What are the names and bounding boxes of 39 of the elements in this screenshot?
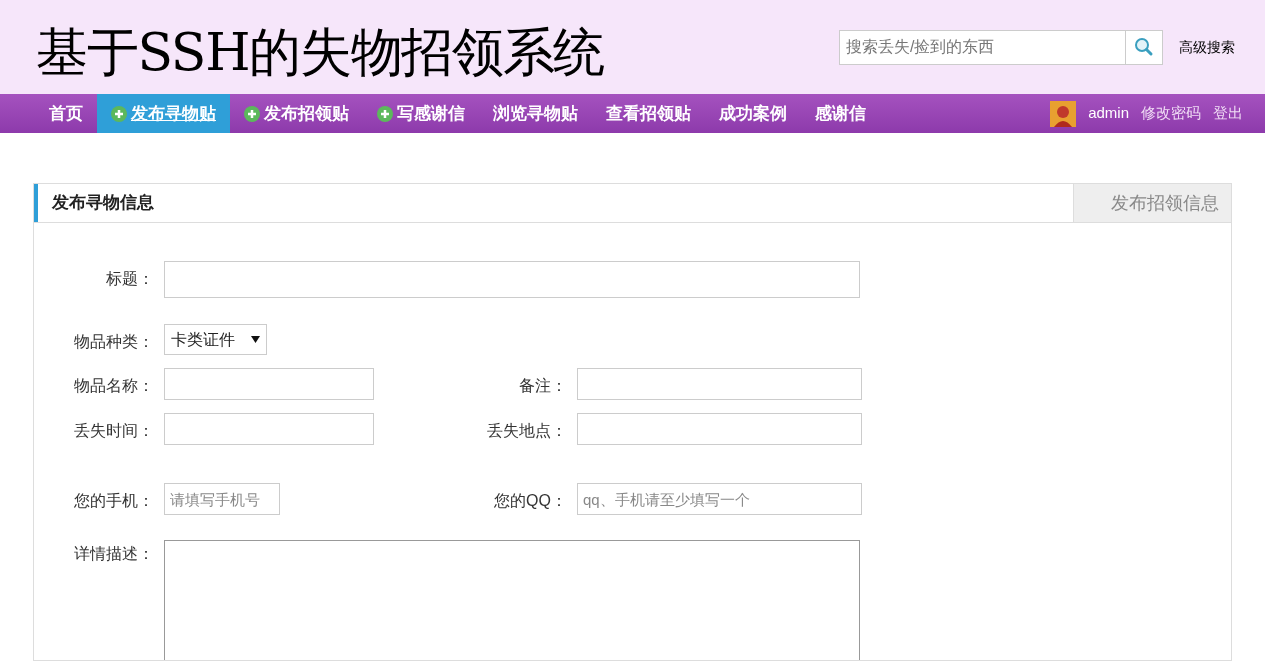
category-dropdown[interactable]: 卡类证件	[164, 324, 267, 355]
field-label: 您的手机：	[73, 491, 154, 511]
plus-icon	[377, 105, 393, 122]
field-label: 备注：	[518, 376, 567, 396]
input-field[interactable]	[577, 368, 862, 400]
nav-tab[interactable]: 查看招领贴	[592, 94, 705, 133]
field-label: 物品名称：	[73, 376, 154, 396]
field-label: 物品种类：	[73, 332, 154, 352]
field-label: 标题：	[105, 269, 154, 289]
nav-link[interactable]: 登出	[1213, 102, 1243, 125]
input-field[interactable]	[577, 413, 862, 445]
advanced-search-link[interactable]: 高级搜索	[1179, 36, 1235, 58]
search-field[interactable]: 搜索丢失/捡到的东西	[839, 29, 1126, 65]
field-label: 详情描述：	[73, 544, 154, 564]
nav-link[interactable]: 修改密码	[1141, 102, 1201, 125]
input-field[interactable]: 请填写手机号	[164, 483, 280, 515]
username: admin	[1088, 103, 1129, 124]
input-field[interactable]	[164, 261, 860, 298]
site-title: 基于SSH的失物招领系统	[36, 26, 605, 78]
nav-tab[interactable]: 发布招领贴	[230, 94, 363, 133]
nav-tab[interactable]: 感谢信	[801, 94, 880, 133]
input-field[interactable]	[164, 368, 374, 400]
field-label: 您的QQ：	[493, 491, 567, 511]
search-button[interactable]	[1126, 29, 1163, 65]
description-field[interactable]	[164, 540, 860, 660]
nav-tab[interactable]: 浏览寻物贴	[479, 94, 592, 133]
field-label: 丢失时间：	[73, 421, 154, 441]
nav-tab[interactable]: 写感谢信	[363, 94, 479, 133]
input-field[interactable]: qq、手机请至少填写一个	[577, 483, 862, 515]
input-field[interactable]	[164, 413, 374, 445]
plus-icon	[111, 105, 127, 122]
plus-icon	[244, 105, 260, 122]
avatar-icon	[1050, 100, 1077, 127]
caret-icon	[251, 336, 260, 343]
field-label: 丢失地点：	[486, 421, 567, 441]
nav-tab[interactable]: 成功案例	[705, 94, 801, 133]
search-icon	[1134, 37, 1154, 57]
panel-tab[interactable]: 发布招领信息	[1073, 184, 1231, 222]
nav-tab[interactable]: 首页	[35, 94, 97, 133]
